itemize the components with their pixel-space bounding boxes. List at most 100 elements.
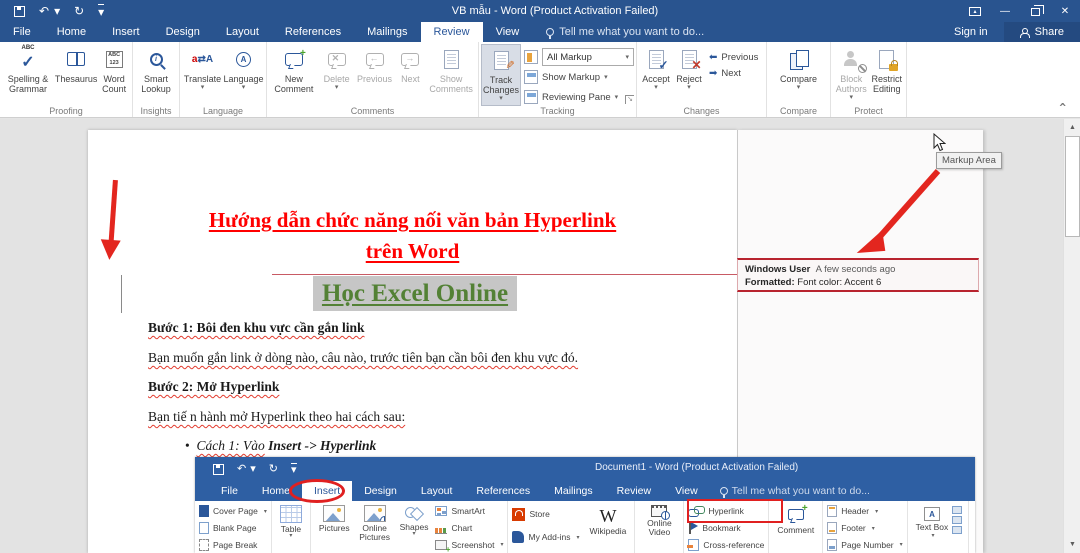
tracking-dialog-launcher-icon[interactable]: ↘ [625, 95, 634, 104]
previous-change-button[interactable]: ⬅ Previous [709, 52, 758, 63]
document-title-line1[interactable]: Hướng dẫn chức năng nối văn bản Hyperlin… [88, 205, 737, 235]
tab-file[interactable]: File [0, 22, 44, 42]
scrollbar-thumb[interactable] [1065, 136, 1080, 237]
group-compare: Compare Compare [767, 42, 831, 117]
cut-off-icons [952, 503, 964, 551]
spelling-grammar-button[interactable]: ABC✓ Spelling & Grammar [2, 44, 54, 106]
person-icon [1020, 28, 1029, 37]
group-language: a⇄A Translate A Language Language [180, 42, 267, 117]
share-button[interactable]: Share [1004, 22, 1080, 42]
block-authors-button[interactable]: Block Authors [833, 44, 869, 106]
comment-detail: Font color: Accent 6 [797, 277, 881, 288]
page-break-icon [199, 539, 209, 551]
paragraph-1[interactable]: Bạn muốn gắn link ở dòng nào, câu nào, t… [148, 350, 578, 366]
show-markup-button[interactable]: Show Markup ▾ [524, 68, 634, 86]
next-comment-button[interactable]: → Next [394, 44, 426, 106]
ribbon-tab-row: File Home Insert Design Layout Reference… [0, 22, 1080, 42]
vertical-scrollbar[interactable]: ▲ ▼ [1063, 119, 1080, 553]
new-comment-icon: + [282, 47, 306, 71]
next-change-button[interactable]: ➡ Next [709, 68, 758, 79]
restrict-editing-button[interactable]: Restrict Editing [869, 44, 904, 106]
scroll-down-icon[interactable]: ▼ [1064, 536, 1080, 553]
undo-icon[interactable]: ↶ [39, 5, 49, 17]
header-button: Header [827, 505, 902, 518]
minimize-button[interactable]: — [990, 0, 1020, 22]
customize-qat-icon: ▾ [291, 463, 297, 476]
show-comments-button[interactable]: Show Comments [426, 44, 476, 106]
reject-button[interactable]: ✕ Reject [673, 44, 705, 106]
thesaurus-button[interactable]: Thesaurus [54, 44, 98, 106]
track-changes-button[interactable]: ✎ Track Changes [481, 44, 521, 106]
tab-design[interactable]: Design [153, 22, 213, 42]
tab-insert[interactable]: Insert [99, 22, 153, 42]
group-label-comments: Comments [267, 106, 478, 117]
embedded-screenshot-image[interactable]: ↶▾ ↻ ▾ Document1 - Word (Product Activat… [195, 457, 975, 553]
smart-lookup-button[interactable]: i Smart Lookup [135, 44, 177, 106]
language-button[interactable]: A Language [223, 44, 264, 106]
document-title-line2[interactable]: trên Word [88, 236, 737, 266]
word-count-button[interactable]: ABC123 Word Count [98, 44, 130, 106]
book-icon [64, 47, 88, 71]
new-comment-button[interactable]: + New Comment [269, 44, 319, 106]
group-label-changes: Changes [637, 106, 766, 117]
tell-me-box[interactable]: Tell me what you want to do... [532, 22, 704, 42]
translate-button[interactable]: a⇄A Translate [182, 44, 223, 106]
comment-action: Formatted: [745, 277, 795, 288]
display-for-review-combobox[interactable]: All Markup ▾ [542, 48, 634, 66]
delete-comment-button[interactable]: ✕ Delete [319, 44, 355, 106]
chart-button: Chart [435, 522, 503, 535]
screenshot-icon [435, 540, 447, 550]
revision-comment-card[interactable]: Windows User A few seconds ago Formatted… [737, 258, 979, 292]
cross-reference-button: Cross-reference [688, 538, 764, 551]
save-icon[interactable] [14, 6, 25, 17]
collapse-ribbon-icon[interactable]: ^ [1059, 101, 1066, 114]
selected-heading-highlight[interactable]: Học Excel Online [313, 276, 517, 311]
step1-heading[interactable]: Bước 1: Bôi đen khu vực cần gắn link [148, 320, 364, 336]
tab-home[interactable]: Home [44, 22, 99, 42]
show-markup-icon [524, 70, 538, 84]
cover-page-icon [199, 505, 209, 517]
embedded-group-header-footer: Header Footer Page Number [823, 501, 907, 553]
online-video-button: Online Video [639, 503, 679, 551]
tab-layout[interactable]: Layout [213, 22, 272, 42]
magnifier-icon: i [144, 47, 168, 71]
group-protect: Block Authors Restrict Editing Protect [831, 42, 907, 117]
step2-heading[interactable]: Bước 2: Mở Hyperlink [148, 379, 279, 395]
track-changes-icon: ✎ [489, 48, 513, 72]
group-comments: + New Comment ✕ Delete ← Previous → Next [267, 42, 479, 117]
scroll-up-icon[interactable]: ▲ [1064, 119, 1080, 136]
redo-icon[interactable]: ↻ [74, 5, 84, 17]
tab-mailings[interactable]: Mailings [354, 22, 420, 42]
tab-view[interactable]: View [483, 22, 533, 42]
page-break-button: Page Break [199, 538, 267, 551]
page-number-button: Page Number [827, 538, 902, 551]
ribbon-display-options-icon[interactable]: ▴ [960, 0, 990, 22]
undo-dropdown-icon[interactable]: ▾ [54, 5, 60, 17]
embedded-tell-me-text: Tell me what you want to do... [732, 485, 870, 497]
wikipedia-button: W Wikipedia [586, 503, 631, 551]
compare-button[interactable]: Compare [771, 44, 827, 106]
accept-button[interactable]: ✓ Accept [639, 44, 673, 106]
table-button: Table [276, 503, 306, 551]
sign-in-link[interactable]: Sign in [938, 26, 1004, 38]
red-arrow-right[interactable] [850, 167, 950, 262]
tab-references[interactable]: References [272, 22, 354, 42]
customize-qat-icon[interactable]: ▾ [98, 4, 104, 18]
embedded-group-illustrations: Pictures Online Pictures Shapes SmartArt… [311, 501, 509, 553]
previous-comment-button[interactable]: ← Previous [355, 44, 395, 106]
text-box-button: A Text Box [912, 503, 953, 551]
bullet-item-1[interactable]: • Cách 1: Vào Insert -> Hyperlink [185, 438, 376, 454]
tab-review[interactable]: Review [421, 22, 483, 42]
close-button[interactable]: ✕ [1050, 0, 1080, 22]
lightbulb-icon [546, 28, 554, 36]
restore-button[interactable] [1020, 0, 1050, 22]
shapes-icon [405, 505, 423, 521]
comment-icon [788, 509, 804, 520]
markup-options-icon[interactable] [524, 50, 538, 64]
text-box-icon: A [924, 507, 940, 521]
arrow-graphic [850, 167, 950, 262]
paragraph-2[interactable]: Bạn tiế n hành mở Hyperlink theo hai các… [148, 409, 405, 425]
bullet-text-plain: Cách 1: Vào [196, 438, 264, 453]
reviewing-pane-button[interactable]: Reviewing Pane ▾ [524, 88, 634, 106]
red-box-annotation-hyperlink [687, 499, 783, 523]
